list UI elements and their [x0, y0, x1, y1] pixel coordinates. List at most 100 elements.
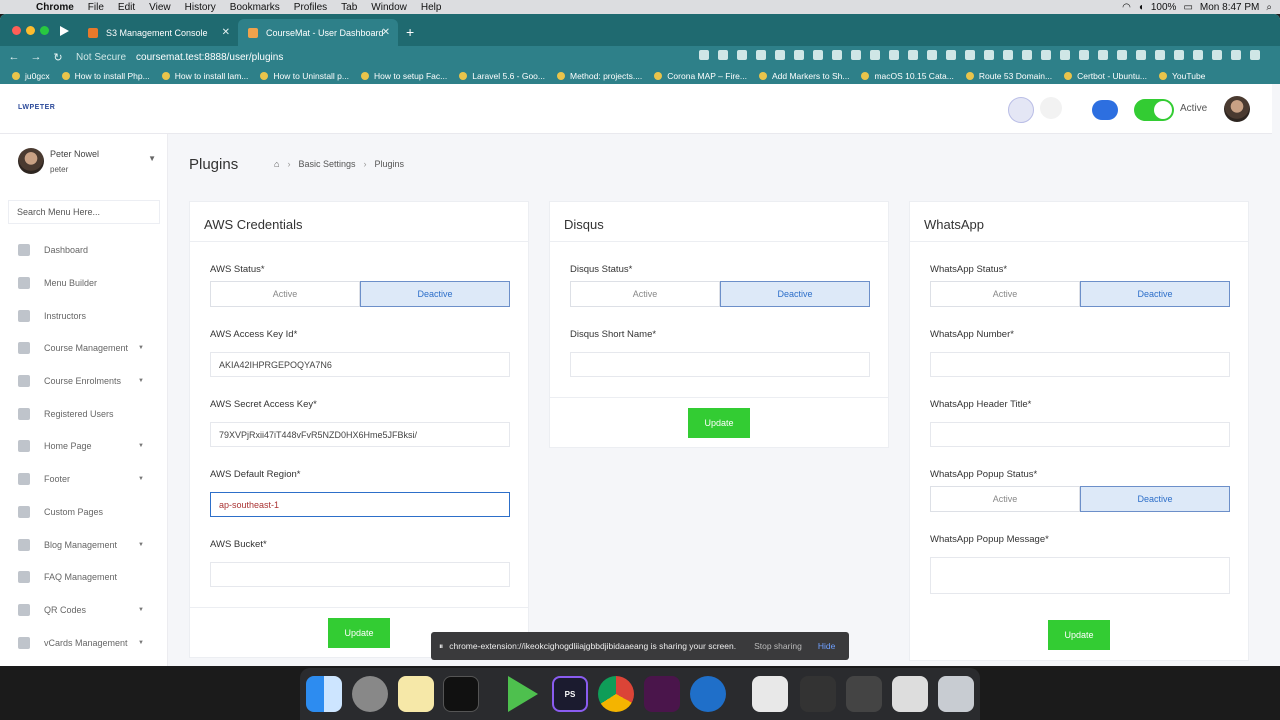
wifi-icon[interactable]: ◠: [1122, 2, 1131, 13]
whatsapp-number-input[interactable]: [930, 352, 1230, 377]
extension-icon[interactable]: [984, 50, 994, 60]
bookmark[interactable]: How to Uninstall p...: [260, 71, 349, 81]
disqus-status-active-option[interactable]: Active: [570, 281, 720, 307]
terminal-icon[interactable]: [443, 676, 479, 712]
menubar-window[interactable]: Window: [371, 2, 407, 13]
dark-mode-icon[interactable]: [1040, 97, 1062, 119]
tab-coursemat[interactable]: CourseMat - User Dashboard ✕: [238, 19, 398, 46]
menubar-edit[interactable]: Edit: [118, 2, 135, 13]
battery-icon[interactable]: ▭: [1183, 2, 1192, 13]
spotlight-search-icon[interactable]: ⌕: [1266, 2, 1272, 13]
window-thumbnail[interactable]: [892, 676, 928, 712]
bookmark[interactable]: How to setup Fac...: [361, 71, 447, 81]
menubar-history[interactable]: History: [185, 2, 216, 13]
battery-percent[interactable]: 100%: [1151, 2, 1177, 13]
extension-icon[interactable]: [1193, 50, 1203, 60]
minimize-window-icon[interactable]: [26, 26, 35, 35]
menubar-profiles[interactable]: Profiles: [294, 2, 327, 13]
bookmark[interactable]: Route 53 Domain...: [965, 71, 1052, 81]
sidebar-item[interactable]: Custom Pages: [0, 496, 167, 529]
phpstorm-icon[interactable]: PS: [552, 676, 588, 712]
extension-icon[interactable]: [1060, 50, 1070, 60]
aws-secret-key-input[interactable]: 79XVPjRxii47iT448vFvR5NZD0HX6Hme5JFBksi/: [210, 422, 510, 447]
extension-icon[interactable]: [851, 50, 861, 60]
extension-icon[interactable]: [832, 50, 842, 60]
hide-button[interactable]: Hide: [818, 641, 835, 651]
app-logo[interactable]: LWPETER: [18, 104, 55, 111]
extension-icon[interactable]: [1231, 50, 1241, 60]
sidebar-item[interactable]: QR Codes ▼: [0, 594, 167, 627]
url-text[interactable]: coursemat.test:8888/user/plugins: [136, 52, 283, 63]
media-play-icon[interactable]: [60, 26, 69, 36]
bookmark[interactable]: How to install lam...: [161, 71, 248, 81]
play-app-icon[interactable]: [508, 676, 538, 712]
breadcrumb-basic-settings[interactable]: Basic Settings: [298, 159, 355, 169]
light-mode-icon[interactable]: [1008, 97, 1034, 123]
whatsapp-status-active-option[interactable]: Active: [930, 281, 1080, 307]
extension-icon[interactable]: [870, 50, 880, 60]
extension-icon[interactable]: [1098, 50, 1108, 60]
chevron-down-icon[interactable]: ▼: [148, 154, 156, 163]
disqus-update-button[interactable]: Update: [688, 407, 750, 438]
extension-icon[interactable]: [1022, 50, 1032, 60]
sidebar-item[interactable]: Home Page ▼: [0, 430, 167, 463]
bookmark[interactable]: ju0gcx: [12, 71, 50, 81]
extension-icon[interactable]: [1212, 50, 1222, 60]
aws-status-deactive-option[interactable]: Deactive: [360, 281, 510, 307]
extension-icon[interactable]: [1003, 50, 1013, 60]
extension-icon[interactable]: [1117, 50, 1127, 60]
new-tab-icon[interactable]: +: [406, 24, 414, 40]
close-window-icon[interactable]: [12, 26, 21, 35]
menubar-clock[interactable]: Mon 8:47 PM: [1200, 2, 1259, 13]
bookmark[interactable]: Corona MAP – Fire...: [654, 71, 747, 81]
sequel-app-icon[interactable]: [690, 676, 726, 712]
close-tab-icon[interactable]: ✕: [222, 27, 230, 38]
menubar-file[interactable]: File: [88, 2, 104, 13]
sidebar-item[interactable]: Course Management ▼: [0, 332, 167, 365]
extension-icon[interactable]: [1079, 50, 1089, 60]
extension-icon[interactable]: [946, 50, 956, 60]
not-secure-label[interactable]: Not Secure: [76, 52, 126, 63]
whatsapp-popup-deactive-option[interactable]: Deactive: [1080, 486, 1230, 512]
forward-icon[interactable]: →: [28, 51, 44, 63]
extension-icon[interactable]: [699, 50, 709, 60]
sidebar-item[interactable]: vCards Management ▼: [0, 626, 167, 659]
extension-icon[interactable]: [1136, 50, 1146, 60]
extension-icon[interactable]: [927, 50, 937, 60]
window-thumbnail[interactable]: [800, 676, 836, 712]
close-tab-icon[interactable]: ✕: [382, 27, 390, 38]
aws-status-active-option[interactable]: Active: [210, 281, 360, 307]
whatsapp-popup-message-textarea[interactable]: [930, 557, 1230, 594]
trash-icon[interactable]: [938, 676, 974, 712]
sidebar-item[interactable]: Registered Users: [0, 397, 167, 430]
extension-icon[interactable]: [1174, 50, 1184, 60]
menubar-view[interactable]: View: [149, 2, 171, 13]
volume-icon[interactable]: ◖: [1138, 2, 1144, 13]
aws-access-key-input[interactable]: AKIA42IHPRGEPOQYA7N6: [210, 352, 510, 377]
disqus-status-deactive-option[interactable]: Deactive: [720, 281, 870, 307]
window-thumbnail[interactable]: [752, 676, 788, 712]
bookmark[interactable]: Add Markers to Sh...: [758, 71, 849, 81]
whatsapp-status-deactive-option[interactable]: Deactive: [1080, 281, 1230, 307]
home-icon[interactable]: ⌂: [274, 159, 279, 169]
extension-icon[interactable]: [775, 50, 785, 60]
whatsapp-popup-active-option[interactable]: Active: [930, 486, 1080, 512]
sidebar-item[interactable]: Followers/Following▼: [0, 659, 167, 666]
bookmark[interactable]: How to install Php...: [61, 71, 150, 81]
sidebar-item[interactable]: Menu Builder: [0, 267, 167, 300]
launchpad-icon[interactable]: [352, 676, 388, 712]
sidebar-item[interactable]: Blog Management ▼: [0, 528, 167, 561]
whatsapp-header-title-input[interactable]: [930, 422, 1230, 447]
aws-bucket-input[interactable]: [210, 562, 510, 587]
window-thumbnail[interactable]: [846, 676, 882, 712]
menubar-help[interactable]: Help: [421, 2, 442, 13]
extension-icon[interactable]: [756, 50, 766, 60]
extension-icon[interactable]: [718, 50, 728, 60]
aws-update-button[interactable]: Update: [328, 617, 390, 648]
menubar-bookmarks[interactable]: Bookmarks: [230, 2, 280, 13]
bookmark[interactable]: Certbot - Ubuntu...: [1064, 71, 1147, 81]
sidebar-item[interactable]: Instructors: [0, 299, 167, 332]
extension-icon[interactable]: [737, 50, 747, 60]
active-toggle[interactable]: [1134, 99, 1174, 121]
sidebar-search-input[interactable]: Search Menu Here...: [8, 200, 160, 224]
